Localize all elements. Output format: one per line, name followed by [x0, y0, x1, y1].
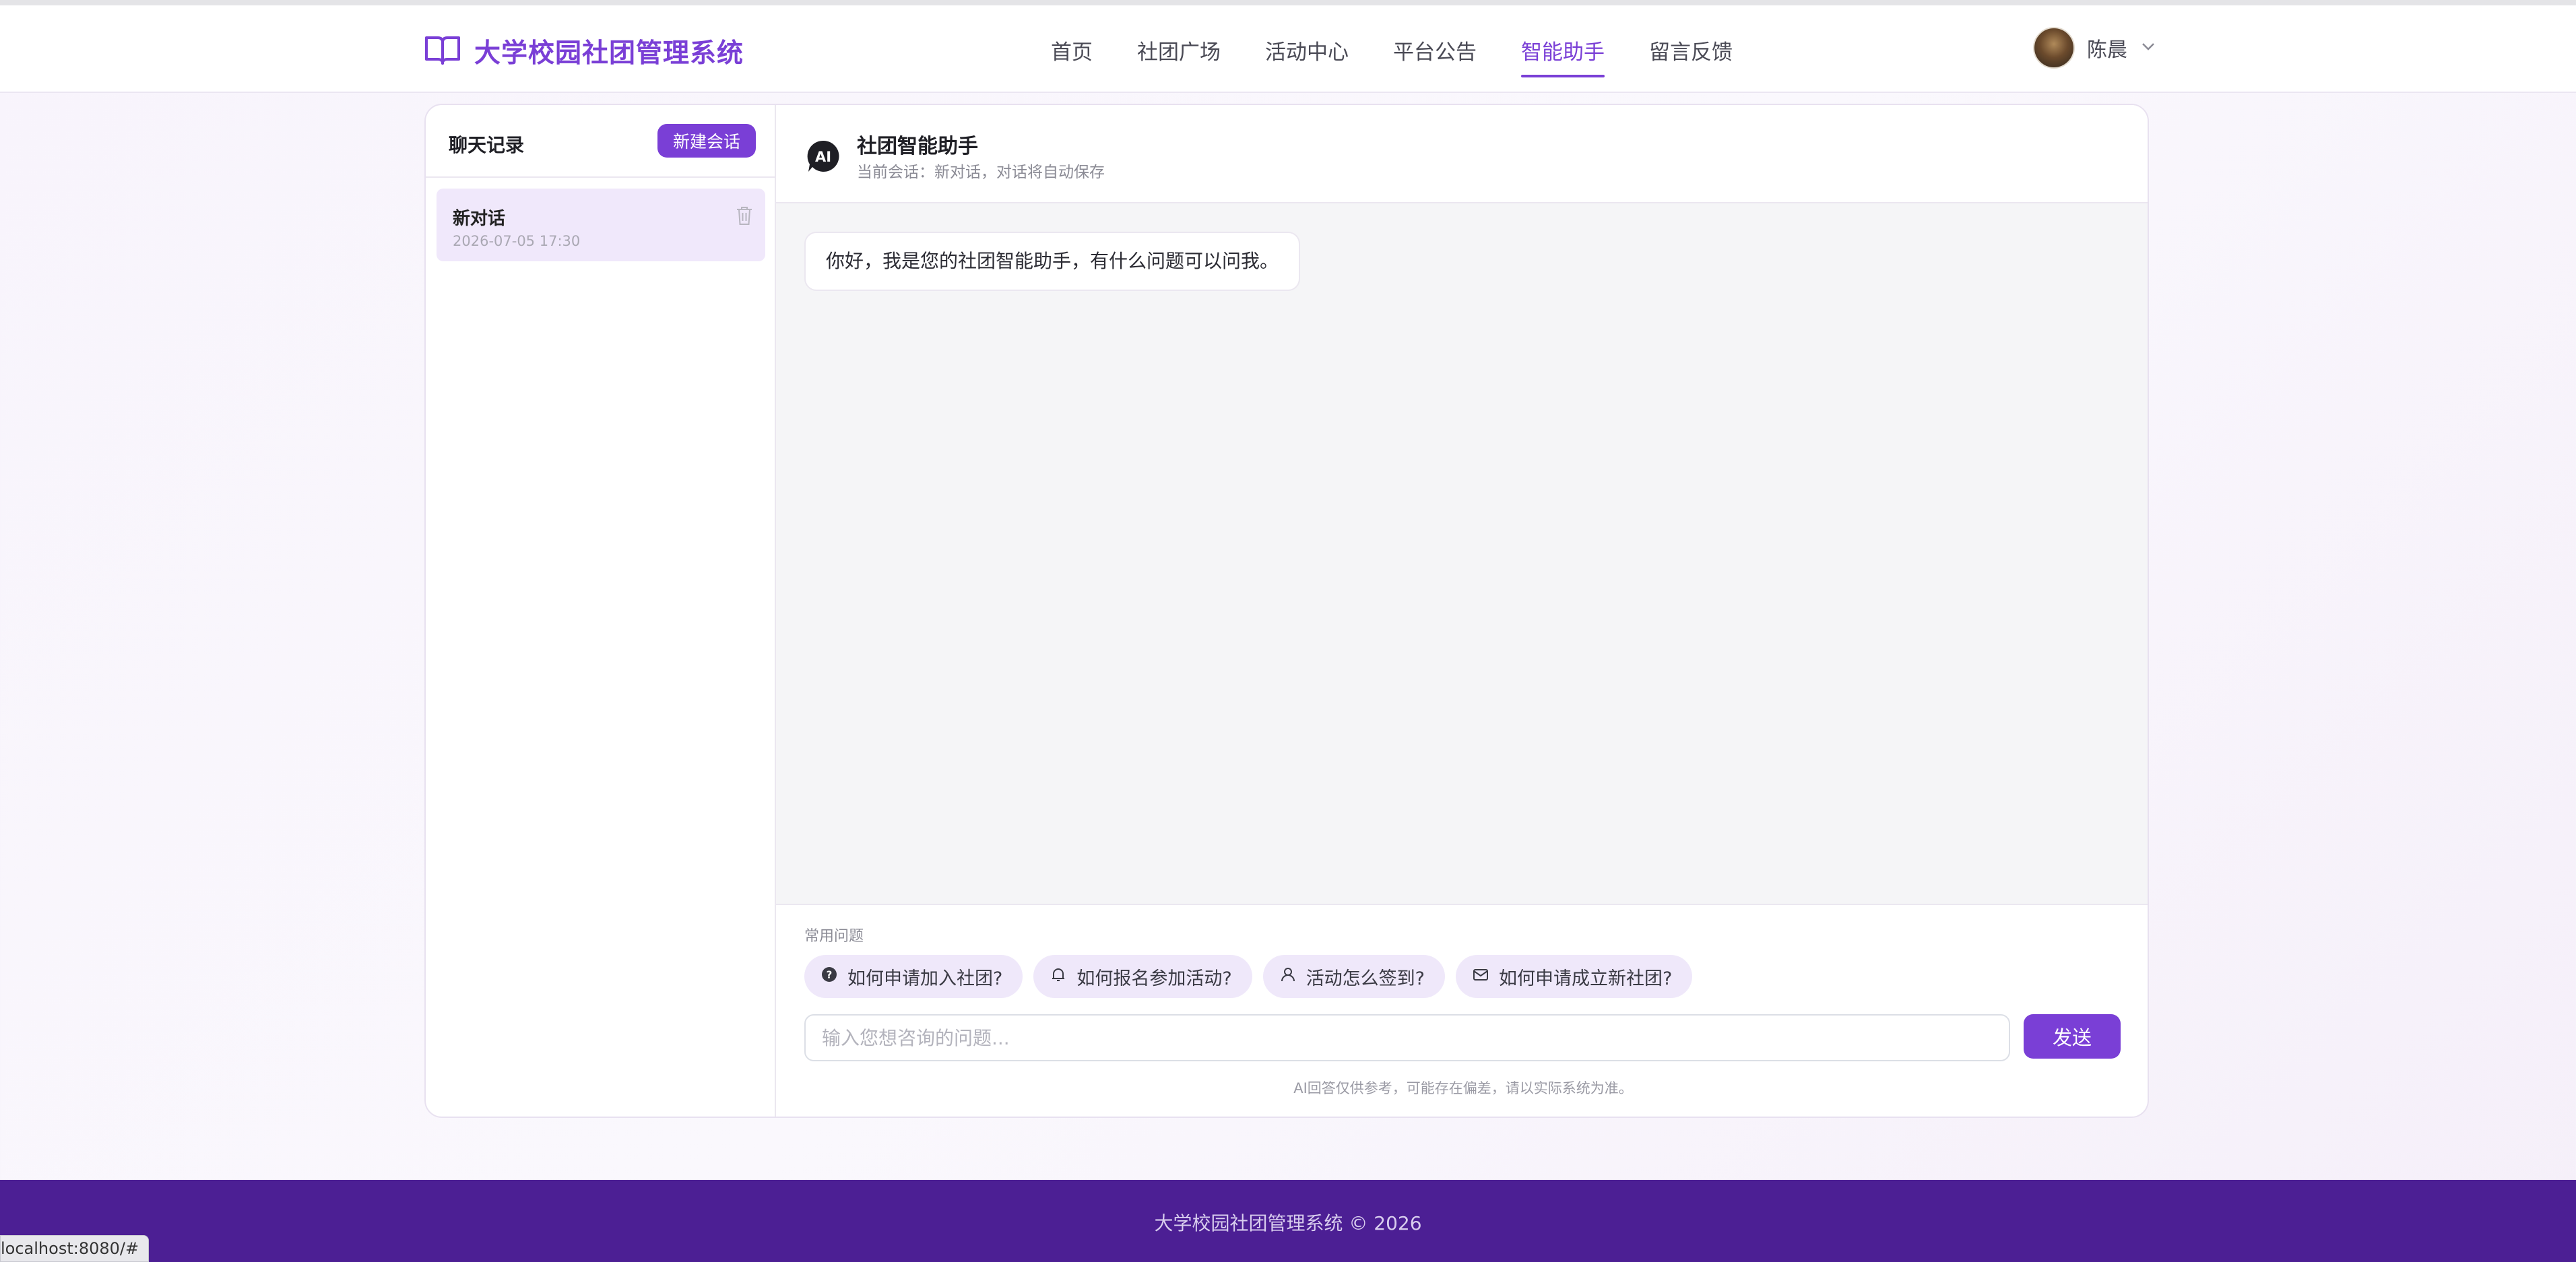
- conversation-item[interactable]: 新对话 2026-07-05 17:30: [437, 189, 765, 261]
- trash-icon[interactable]: [734, 205, 754, 226]
- brand-title: 大学校园社团管理系统: [474, 38, 744, 69]
- conversation-time: 2026-07-05 17:30: [453, 233, 581, 249]
- sidebar-header: 聊天记录 新建会话: [426, 105, 775, 178]
- sidebar-title: 聊天记录: [449, 134, 525, 156]
- nav-feedback[interactable]: 留言反馈: [1649, 35, 1733, 77]
- question-input[interactable]: [804, 1014, 2010, 1061]
- top-border: [0, 0, 2576, 5]
- nav-home[interactable]: 首页: [1051, 35, 1093, 77]
- user-menu[interactable]: 陈晨: [2033, 27, 2157, 69]
- quick-question-text: 如何申请加入社团?: [847, 968, 1003, 989]
- chat-history-sidebar: 聊天记录 新建会话 新对话 2026-07-05 17:30: [426, 105, 776, 1117]
- quick-question-text: 活动怎么签到?: [1306, 968, 1425, 989]
- bell-icon: [1050, 966, 1067, 988]
- chat-subtitle: 当前会话：新对话，对话将自动保存: [857, 164, 1105, 181]
- mail-icon: [1472, 966, 1489, 988]
- user-icon: [1279, 966, 1297, 988]
- nav-ai-assistant[interactable]: 智能助手: [1521, 35, 1605, 77]
- message-list[interactable]: 你好，我是您的社团智能助手，有什么问题可以问我。: [776, 203, 2148, 905]
- conversation-title: 新对话: [453, 209, 506, 229]
- ai-disclaimer: AI回答仅供参考，可能存在偏差，请以实际系统为准。: [1293, 1080, 1633, 1096]
- top-header: 大学校园社团管理系统 首页 社团广场 活动中心 平台公告 智能助手 留言反馈 陈…: [0, 5, 2576, 93]
- nav-activity-center[interactable]: 活动中心: [1265, 35, 1349, 77]
- quick-questions-label: 常用问题: [804, 928, 864, 945]
- quick-question-check-in[interactable]: 活动怎么签到?: [1262, 955, 1446, 998]
- ai-logo-icon: AI: [806, 139, 841, 174]
- nav-club-square[interactable]: 社团广场: [1137, 35, 1221, 77]
- quick-questions: ? 如何申请加入社团? 如何报名参加活动? 活动怎么签到? 如何申请成立新社团?: [804, 955, 1693, 998]
- new-chat-button[interactable]: 新建会话: [657, 124, 756, 158]
- avatar: [2033, 27, 2075, 69]
- assistant-message: 你好，我是您的社团智能助手，有什么问题可以问我。: [804, 232, 1301, 291]
- user-name: 陈晨: [2087, 38, 2127, 62]
- brand[interactable]: 大学校园社团管理系统: [424, 32, 744, 70]
- chevron-down-icon: [2139, 38, 2157, 58]
- main-nav: 首页 社团广场 活动中心 平台公告 智能助手 留言反馈: [1051, 35, 1777, 77]
- quick-question-register-activity[interactable]: 如何报名参加活动?: [1033, 955, 1252, 998]
- book-icon: [424, 34, 461, 69]
- quick-question-text: 如何报名参加活动?: [1076, 968, 1232, 989]
- question-circle-icon: ?: [820, 966, 838, 988]
- nav-announcements[interactable]: 平台公告: [1393, 35, 1477, 77]
- svg-text:?: ?: [827, 968, 833, 981]
- chat-header: AI 社团智能助手 当前会话：新对话，对话将自动保存: [776, 105, 2148, 203]
- send-button[interactable]: 发送: [2024, 1014, 2121, 1059]
- status-bar-url: localhost:8080/#: [0, 1235, 150, 1262]
- quick-question-text: 如何申请成立新社团?: [1499, 968, 1673, 989]
- chat-title: 社团智能助手: [857, 135, 978, 158]
- assistant-panel: 聊天记录 新建会话 新对话 2026-07-05 17:30 AI 社团智能助手…: [424, 104, 2149, 1118]
- chat-area: AI 社团智能助手 当前会话：新对话，对话将自动保存 你好，我是您的社团智能助手…: [776, 105, 2148, 1117]
- page-footer: 大学校园社团管理系统 © 2026: [0, 1180, 2576, 1262]
- quick-question-join-club[interactable]: ? 如何申请加入社团?: [804, 955, 1023, 998]
- quick-question-new-club[interactable]: 如何申请成立新社团?: [1456, 955, 1693, 998]
- svg-text:AI: AI: [815, 149, 831, 165]
